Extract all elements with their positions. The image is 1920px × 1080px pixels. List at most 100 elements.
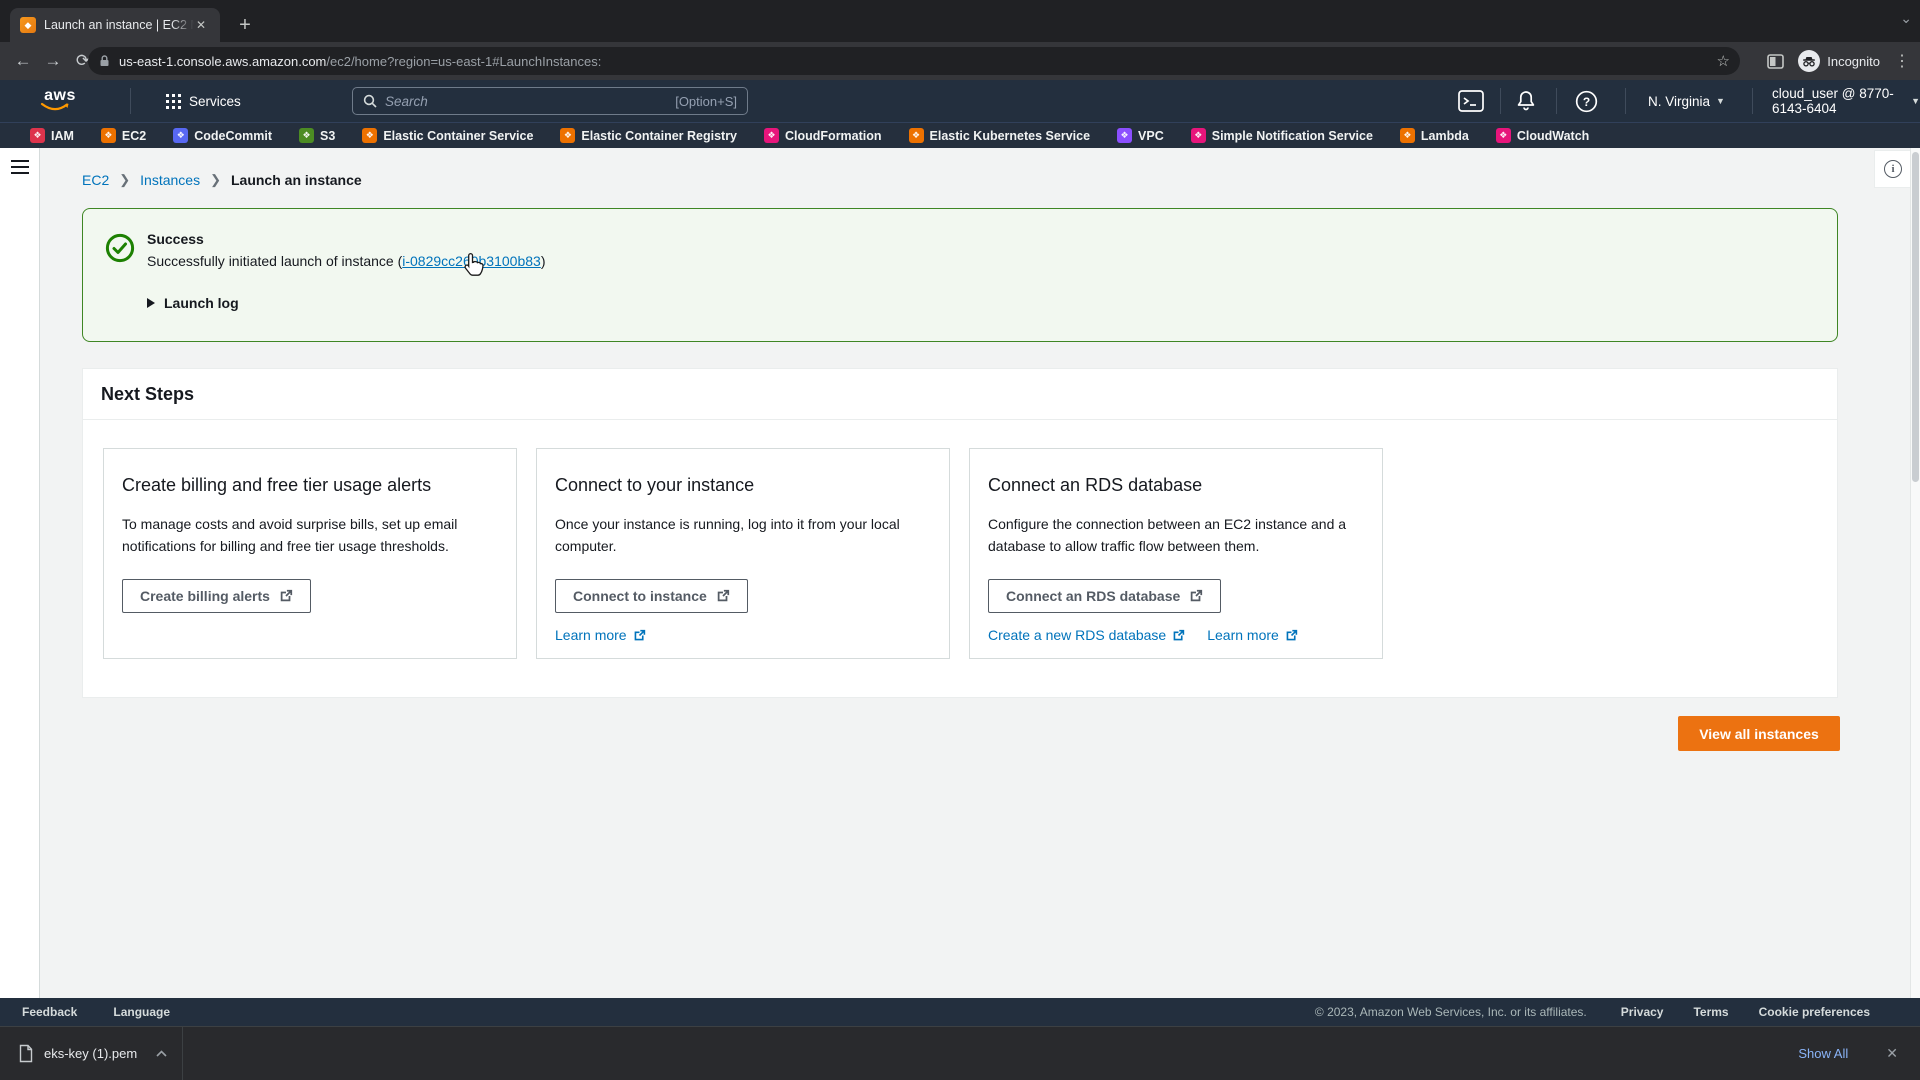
browser-tab[interactable]: ◆ Launch an instance | EC2 Mana ✕ <box>10 8 220 42</box>
favorite-bookmark[interactable]: EC2 <box>101 128 146 143</box>
file-icon <box>18 1044 34 1063</box>
split-screen-icon[interactable] <box>1767 54 1784 69</box>
region-selector[interactable]: N. Virginia ▼ <box>1648 80 1725 122</box>
favorite-label: Elastic Container Service <box>383 129 533 143</box>
terms-link[interactable]: Terms <box>1693 1005 1728 1019</box>
breadcrumb-ec2[interactable]: EC2 <box>82 172 109 188</box>
favorite-label: CloudFormation <box>785 129 882 143</box>
incognito-label: Incognito <box>1827 54 1880 69</box>
favorite-bookmark[interactable]: Elastic Container Service <box>362 128 533 143</box>
learn-more-link[interactable]: Learn more <box>1207 627 1298 643</box>
scrollbar-thumb[interactable] <box>1912 152 1919 482</box>
main-content: EC2 ❯ Instances ❯ Launch an instance i S… <box>0 148 1920 998</box>
favorite-label: EC2 <box>122 129 146 143</box>
browser-menu-icon[interactable]: ⋮ <box>1894 51 1910 71</box>
service-icon <box>299 128 314 143</box>
card-body: Once your instance is running, log into … <box>555 514 927 557</box>
favorite-bookmark[interactable]: CodeCommit <box>173 128 272 143</box>
nav-divider <box>1752 88 1753 114</box>
favorite-label: Simple Notification Service <box>1212 129 1373 143</box>
url-path: /ec2/home?region=us-east-1#LaunchInstanc… <box>326 54 601 69</box>
favorite-bookmark[interactable]: S3 <box>299 128 335 143</box>
tab-close-icon[interactable]: ✕ <box>196 18 206 32</box>
download-shelf: eks-key (1).pem Show All ✕ <box>0 1026 1920 1080</box>
chevron-down-icon: ▼ <box>1911 96 1920 106</box>
chevron-up-icon[interactable] <box>155 1049 168 1058</box>
next-steps-title: Next Steps <box>83 369 1837 420</box>
external-link-icon <box>716 589 730 603</box>
feedback-link[interactable]: Feedback <box>22 1005 77 1019</box>
address-bar[interactable]: us-east-1.console.aws.amazon.com/ec2/hom… <box>88 47 1740 75</box>
chevron-right-icon: ❯ <box>119 172 130 188</box>
new-tab-button[interactable]: + <box>232 12 258 38</box>
shelf-close-icon[interactable]: ✕ <box>1886 1045 1898 1062</box>
button-label: Connect to instance <box>573 588 707 604</box>
favorite-label: S3 <box>320 129 335 143</box>
instance-id-link[interactable]: i-0829cc260b3100b83 <box>402 253 541 269</box>
search-input[interactable]: Search [Option+S] <box>352 87 748 115</box>
download-item[interactable]: eks-key (1).pem <box>0 1027 182 1080</box>
page-scrollbar[interactable] <box>1910 148 1920 998</box>
favorite-label: IAM <box>51 129 74 143</box>
aws-logo[interactable]: aws <box>40 87 80 111</box>
aws-footer: Feedback Language © 2023, Amazon Web Ser… <box>0 998 1920 1026</box>
screen: ◆ Launch an instance | EC2 Mana ✕ + ⌄ ← … <box>0 0 1920 1080</box>
button-label: Connect an RDS database <box>1006 588 1180 604</box>
create-billing-alerts-button[interactable]: Create billing alerts <box>122 579 311 613</box>
favorite-label: Elastic Kubernetes Service <box>930 129 1091 143</box>
success-alert: Success Successfully initiated launch of… <box>82 208 1838 342</box>
forward-icon[interactable]: → <box>38 51 68 71</box>
favorite-label: Lambda <box>1421 129 1469 143</box>
favorite-bookmark[interactable]: Lambda <box>1400 128 1469 143</box>
bookmark-star-icon[interactable]: ☆ <box>1717 52 1730 70</box>
favorite-bookmark[interactable]: Simple Notification Service <box>1191 128 1373 143</box>
breadcrumb-instances[interactable]: Instances <box>140 172 200 188</box>
service-icon <box>1117 128 1132 143</box>
favorite-bookmark[interactable]: VPC <box>1117 128 1164 143</box>
connect-to-instance-button[interactable]: Connect to instance <box>555 579 748 613</box>
privacy-link[interactable]: Privacy <box>1621 1005 1664 1019</box>
show-all-downloads-link[interactable]: Show All <box>1798 1046 1848 1061</box>
connect-rds-database-button[interactable]: Connect an RDS database <box>988 579 1221 613</box>
external-link-icon <box>1189 589 1203 603</box>
account-menu[interactable]: cloud_user @ 8770-6143-6404 ▼ <box>1772 80 1920 122</box>
cookie-preferences-link[interactable]: Cookie preferences <box>1759 1005 1870 1019</box>
notifications-button[interactable] <box>1515 80 1537 122</box>
alert-message-suffix: ) <box>541 253 546 269</box>
link-label: Create a new RDS database <box>988 627 1166 643</box>
services-menu[interactable]: Services <box>166 80 241 122</box>
favorites-bar: IAM EC2 CodeCommit S3 Elastic Container Serv… <box>0 122 1920 148</box>
lock-icon <box>98 54 111 68</box>
grid-icon <box>166 94 181 109</box>
view-all-instances-button[interactable]: View all instances <box>1678 716 1840 751</box>
cloudshell-button[interactable] <box>1458 80 1484 122</box>
service-icon <box>362 128 377 143</box>
expand-triangle-icon <box>147 298 155 308</box>
alert-title: Success <box>147 231 1837 247</box>
favorite-bookmark[interactable]: Elastic Kubernetes Service <box>909 128 1091 143</box>
service-icon <box>101 128 116 143</box>
tab-search-icon[interactable]: ⌄ <box>1900 10 1912 27</box>
search-shortcut: [Option+S] <box>675 94 737 109</box>
favorite-bookmark[interactable]: IAM <box>30 128 74 143</box>
favorite-bookmark[interactable]: CloudWatch <box>1496 128 1589 143</box>
service-icon <box>1496 128 1511 143</box>
info-icon: i <box>1884 160 1902 178</box>
launch-log-expander[interactable]: Launch log <box>147 295 1837 311</box>
favorite-bookmark[interactable]: CloudFormation <box>764 128 882 143</box>
hamburger-menu-icon[interactable] <box>11 160 29 178</box>
nav-divider <box>130 88 131 114</box>
favorite-bookmark[interactable]: Elastic Container Registry <box>560 128 737 143</box>
back-icon[interactable]: ← <box>8 51 38 71</box>
incognito-icon <box>1798 50 1820 72</box>
learn-more-link[interactable]: Learn more <box>555 627 646 643</box>
service-icon <box>30 128 45 143</box>
info-panel-toggle[interactable]: i <box>1874 150 1912 188</box>
create-rds-database-link[interactable]: Create a new RDS database <box>988 627 1185 643</box>
language-link[interactable]: Language <box>113 1005 170 1019</box>
help-button[interactable]: ? <box>1575 80 1598 122</box>
services-label: Services <box>189 94 241 109</box>
card-title: Create billing and free tier usage alert… <box>122 475 494 496</box>
side-navigation-rail <box>0 148 40 998</box>
alert-message-prefix: Successfully initiated launch of instanc… <box>147 253 402 269</box>
